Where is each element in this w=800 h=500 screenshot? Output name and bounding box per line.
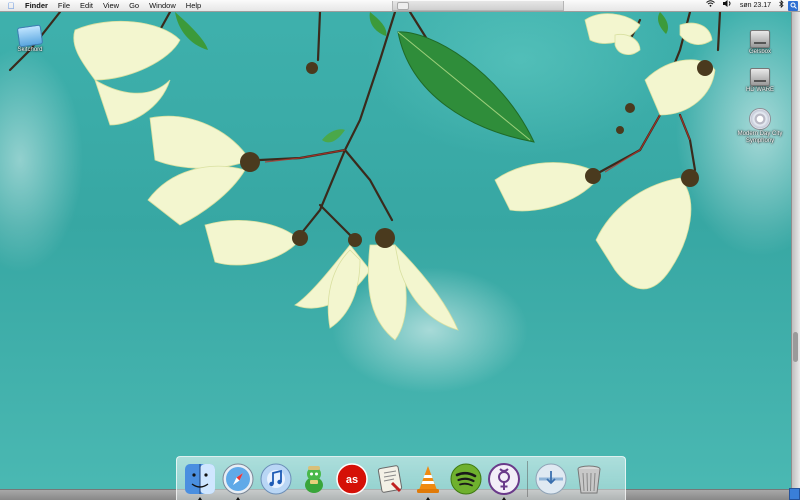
- dock-item-lastfm[interactable]: as: [333, 459, 371, 499]
- clock[interactable]: søn 23.17: [736, 0, 775, 11]
- cd-icon: [749, 108, 771, 130]
- dock-item-gender[interactable]: [485, 459, 523, 500]
- desktop-icon-disk-2[interactable]: HD WARE: [728, 68, 792, 94]
- running-indicator: [502, 496, 506, 500]
- scrollbar-thumb[interactable]: [793, 332, 798, 362]
- skitch-icon: [16, 24, 44, 48]
- hard-disk-icon: [750, 30, 770, 48]
- dock-item-finder[interactable]: [181, 459, 219, 500]
- running-indicator: [426, 496, 430, 500]
- gender-icon: [487, 462, 521, 496]
- menu-file[interactable]: File: [53, 0, 75, 11]
- desktop-icon-label: Gelsbox: [748, 49, 771, 55]
- desktop-wallpaper: [0, 0, 800, 500]
- hard-disk-icon: [750, 68, 770, 86]
- running-indicator: [236, 496, 240, 500]
- apple-menu-icon[interactable]: : [0, 1, 22, 11]
- wifi-icon[interactable]: [702, 0, 719, 11]
- dock-item-downloads[interactable]: [532, 459, 570, 499]
- menu-bar:  Finder File Edit View Go Window Help s…: [0, 0, 800, 12]
- desktop-icon-cd[interactable]: Modern Day City Symphony: [728, 108, 792, 145]
- volume-icon[interactable]: [719, 0, 736, 11]
- adium-icon: [297, 462, 331, 496]
- desktop-icon-label: Skitchord: [17, 47, 43, 53]
- vlc-icon: [411, 462, 445, 496]
- menu-go[interactable]: Go: [124, 0, 144, 11]
- trash-icon: [572, 462, 606, 496]
- dock-item-spotify[interactable]: [447, 459, 485, 499]
- dock-item-safari[interactable]: [219, 459, 257, 500]
- desktop-icon-label: Modern Day City Symphony: [737, 131, 783, 144]
- spotlight-icon[interactable]: [788, 0, 798, 11]
- menu-help[interactable]: Help: [181, 0, 206, 11]
- menu-edit[interactable]: Edit: [75, 0, 98, 11]
- menu-window[interactable]: Window: [144, 0, 181, 11]
- downloads-stack-icon: [534, 462, 568, 496]
- dock-separator: [527, 460, 528, 497]
- safari-icon: [221, 462, 255, 496]
- desktop-icon-skitch[interactable]: Skitchord: [0, 24, 62, 54]
- dock-item-itunes[interactable]: [257, 459, 295, 499]
- desktop-icon-disk-1[interactable]: Gelsbox: [728, 30, 792, 56]
- resize-corner[interactable]: [789, 488, 800, 500]
- finder-icon: [183, 462, 217, 496]
- bluetooth-icon[interactable]: [775, 0, 788, 12]
- menu-view[interactable]: View: [98, 0, 124, 11]
- desktop-icon-label: HD WARE: [745, 87, 775, 93]
- itunes-icon: [259, 462, 293, 496]
- script-icon: [373, 462, 407, 496]
- menu-app-name[interactable]: Finder: [22, 0, 53, 11]
- dock-item-vlc[interactable]: [409, 459, 447, 500]
- window-edge-scrollbar[interactable]: [791, 12, 800, 490]
- dock-item-trash[interactable]: [570, 459, 608, 499]
- running-indicator: [198, 496, 202, 500]
- dock: as: [176, 456, 626, 500]
- background-window-titlebar[interactable]: [392, 1, 564, 11]
- menu-extras: søn 23.17: [702, 0, 800, 11]
- spotify-icon: [449, 462, 483, 496]
- svg-text:as: as: [346, 474, 358, 486]
- dock-item-adium[interactable]: [295, 459, 333, 499]
- window-control-icon[interactable]: [397, 2, 409, 10]
- dock-item-script[interactable]: [371, 459, 409, 499]
- lastfm-icon: as: [335, 462, 369, 496]
